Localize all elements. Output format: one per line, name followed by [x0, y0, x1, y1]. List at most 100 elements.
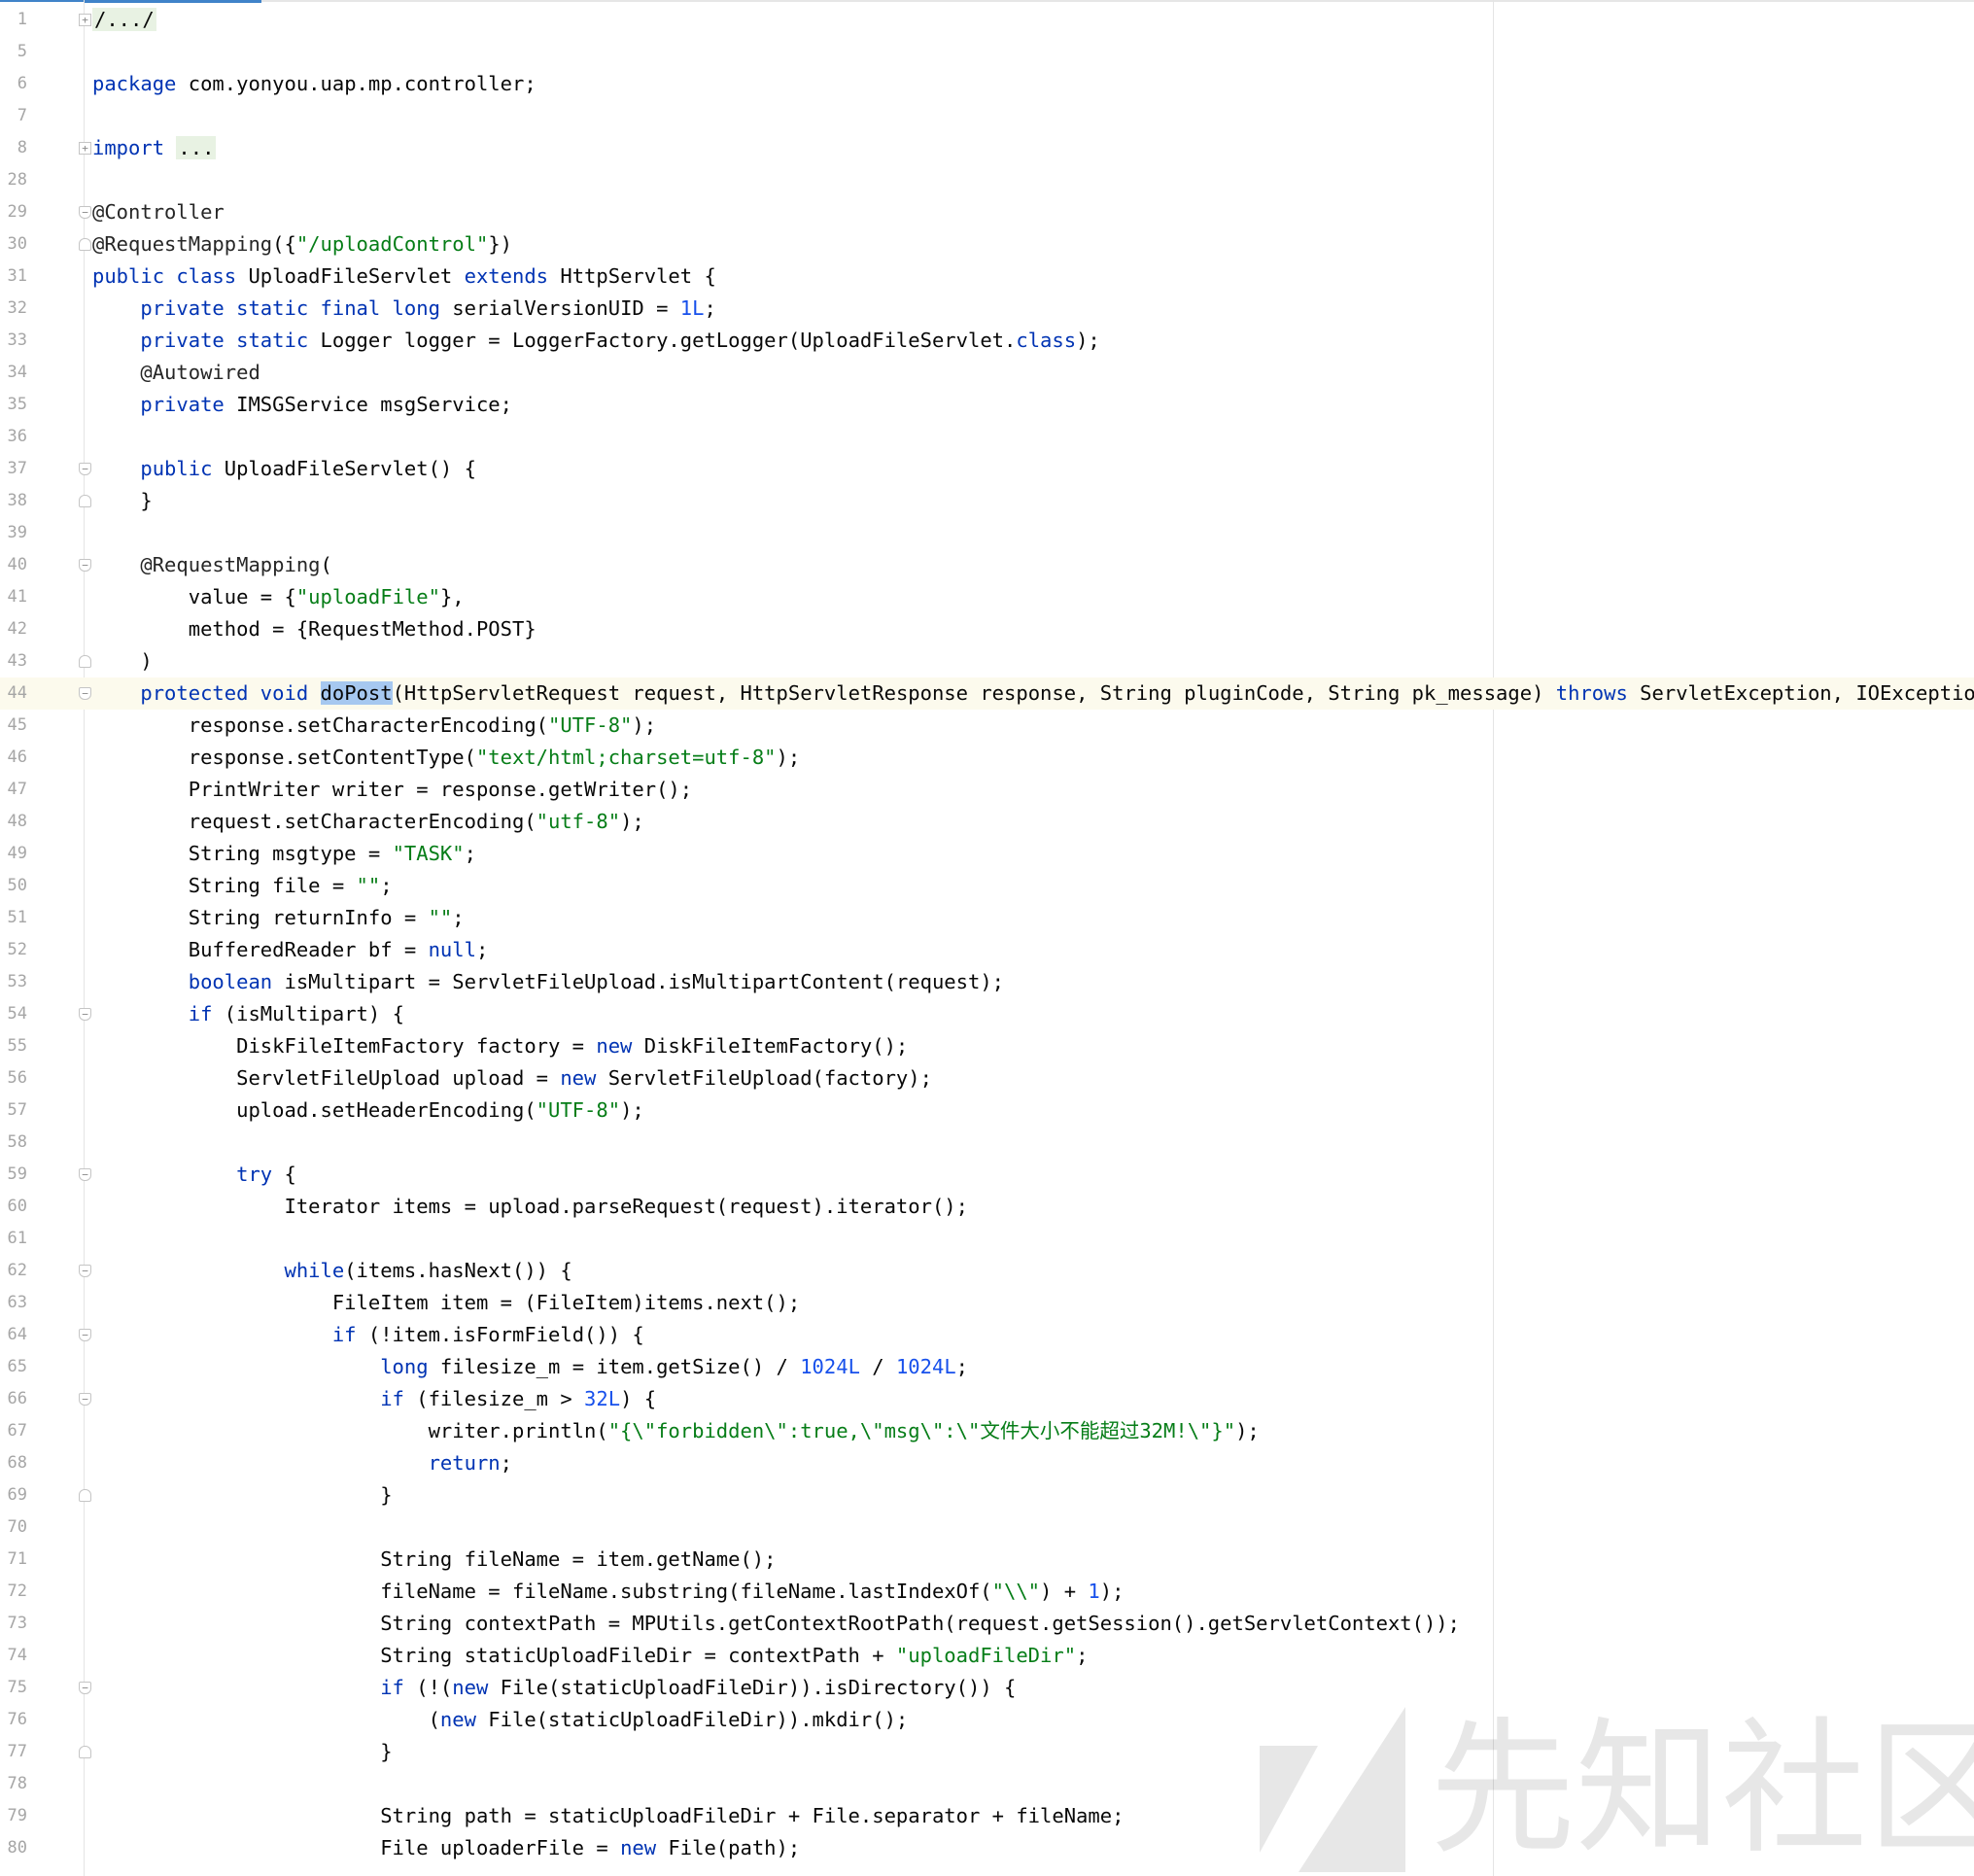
- code-text[interactable]: PrintWriter writer = response.getWriter(…: [92, 774, 692, 806]
- code-line[interactable]: 37 − public UploadFileServlet() {: [0, 453, 1974, 485]
- code-line[interactable]: 53 boolean isMultipart = ServletFileUplo…: [0, 966, 1974, 998]
- code-text[interactable]: @RequestMapping(: [92, 549, 331, 581]
- code-line[interactable]: 32 private static final long serialVersi…: [0, 293, 1974, 325]
- code-line[interactable]: 40 − @RequestMapping(: [0, 549, 1974, 581]
- code-text[interactable]: String fileName = item.getName();: [92, 1544, 776, 1576]
- code-line[interactable]: 8 + import ...: [0, 132, 1974, 164]
- code-line[interactable]: 75 − if (!(new File(staticUploadFileDir))…: [0, 1672, 1974, 1704]
- code-text[interactable]: if (isMultipart) {: [92, 998, 404, 1030]
- code-lines[interactable]: 1 +/.../5 6 package com.yonyou.uap.mp.contr…: [0, 4, 1974, 1864]
- code-line[interactable]: 45 response.setCharacterEncoding("UTF-8"…: [0, 710, 1974, 742]
- fold-expand-icon[interactable]: +: [79, 142, 91, 155]
- code-line[interactable]: 47 PrintWriter writer = response.getWrit…: [0, 774, 1974, 806]
- code-text[interactable]: (new File(staticUploadFileDir)).mkdir();: [92, 1704, 909, 1736]
- code-line[interactable]: 65 long filesize_m = item.getSize() / 10…: [0, 1351, 1974, 1383]
- fold-collapse-icon[interactable]: −: [79, 1008, 91, 1021]
- fold-collapse-icon[interactable]: −: [79, 1168, 91, 1181]
- fold-end-icon[interactable]: [79, 495, 91, 507]
- code-text[interactable]: value = {"uploadFile"},: [92, 581, 465, 613]
- fold-collapse-icon[interactable]: −: [79, 1393, 91, 1406]
- code-line[interactable]: 39: [0, 517, 1974, 549]
- code-text[interactable]: File uploaderFile = new File(path);: [92, 1832, 800, 1864]
- code-line[interactable]: 55 DiskFileItemFactory factory = new Dis…: [0, 1030, 1974, 1062]
- code-text[interactable]: String path = staticUploadFileDir + File…: [92, 1800, 1124, 1832]
- code-text[interactable]: long filesize_m = item.getSize() / 1024L…: [92, 1351, 968, 1383]
- code-text[interactable]: }: [92, 1479, 392, 1511]
- code-text[interactable]: String file = "";: [92, 870, 393, 902]
- code-text[interactable]: return;: [92, 1447, 512, 1479]
- fold-collapse-icon[interactable]: −: [79, 463, 91, 475]
- code-text[interactable]: }: [92, 1736, 392, 1768]
- fold-collapse-icon[interactable]: −: [79, 1682, 91, 1694]
- code-text[interactable]: if (!(new File(staticUploadFileDir)).isD…: [92, 1672, 1016, 1704]
- code-line[interactable]: 36: [0, 421, 1974, 453]
- code-text[interactable]: @Autowired: [92, 357, 260, 389]
- code-text[interactable]: public UploadFileServlet() {: [92, 453, 476, 485]
- code-line[interactable]: 56 ServletFileUpload upload = new Servle…: [0, 1062, 1974, 1094]
- code-text[interactable]: fileName = fileName.substring(fileName.l…: [92, 1576, 1124, 1608]
- code-line[interactable]: 74 String staticUploadFileDir = contextP…: [0, 1640, 1974, 1672]
- code-line[interactable]: 35 private IMSGService msgService;: [0, 389, 1974, 421]
- code-line[interactable]: 52 BufferedReader bf = null;: [0, 934, 1974, 966]
- code-line[interactable]: 69 }: [0, 1479, 1974, 1511]
- code-text[interactable]: boolean isMultipart = ServletFileUpload.…: [92, 966, 1004, 998]
- fold-collapse-icon[interactable]: −: [79, 1329, 91, 1341]
- code-line[interactable]: 48 request.setCharacterEncoding("utf-8")…: [0, 806, 1974, 838]
- code-line[interactable]: 1 +/.../: [0, 4, 1974, 36]
- code-line[interactable]: 29 − @Controller: [0, 196, 1974, 228]
- code-text[interactable]: String returnInfo = "";: [92, 902, 465, 934]
- code-line[interactable]: 61: [0, 1223, 1974, 1255]
- fold-collapse-icon[interactable]: −: [79, 206, 91, 219]
- code-line[interactable]: 57 upload.setHeaderEncoding("UTF-8");: [0, 1094, 1974, 1127]
- code-text[interactable]: protected void doPost(HttpServletRequest…: [92, 677, 1974, 710]
- code-line[interactable]: 28: [0, 164, 1974, 196]
- code-text[interactable]: }: [92, 485, 152, 517]
- code-text[interactable]: if (!item.isFormField()) {: [92, 1319, 644, 1351]
- code-text[interactable]: private static final long serialVersionU…: [92, 293, 715, 325]
- code-line[interactable]: 38 }: [0, 485, 1974, 517]
- code-line[interactable]: 71 String fileName = item.getName();: [0, 1544, 1974, 1576]
- code-line[interactable]: 63 FileItem item = (FileItem)items.next(…: [0, 1287, 1974, 1319]
- code-line[interactable]: 42 method = {RequestMethod.POST}: [0, 613, 1974, 645]
- code-text[interactable]: while(items.hasNext()) {: [92, 1255, 571, 1287]
- code-line[interactable]: 58: [0, 1127, 1974, 1159]
- code-line[interactable]: 72 fileName = fileName.substring(fileNam…: [0, 1576, 1974, 1608]
- code-text[interactable]: request.setCharacterEncoding("utf-8");: [92, 806, 644, 838]
- code-text[interactable]: String staticUploadFileDir = contextPath…: [92, 1640, 1088, 1672]
- code-text[interactable]: import ...: [92, 132, 217, 164]
- fold-collapse-icon[interactable]: −: [79, 1265, 91, 1277]
- code-line[interactable]: 67 writer.println("{\"forbidden\":true,\…: [0, 1415, 1974, 1447]
- fold-end-icon[interactable]: [79, 1746, 91, 1758]
- code-line-current[interactable]: 44 − protected void doPost(HttpServletReq…: [0, 677, 1974, 710]
- code-line[interactable]: 34 @Autowired: [0, 357, 1974, 389]
- code-text[interactable]: upload.setHeaderEncoding("UTF-8");: [92, 1094, 644, 1127]
- code-line[interactable]: 68 return;: [0, 1447, 1974, 1479]
- fold-end-icon[interactable]: [79, 1489, 91, 1502]
- fold-collapse-icon[interactable]: −: [79, 687, 91, 700]
- code-line[interactable]: 33 private static Logger logger = Logger…: [0, 325, 1974, 357]
- code-line[interactable]: 50 String file = "";: [0, 870, 1974, 902]
- code-text[interactable]: ServletFileUpload upload = new ServletFi…: [92, 1062, 932, 1094]
- code-line[interactable]: 31 public class UploadFileServlet extends…: [0, 261, 1974, 293]
- code-text[interactable]: ): [92, 645, 152, 677]
- code-text[interactable]: try {: [92, 1159, 296, 1191]
- code-text[interactable]: private static Logger logger = LoggerFac…: [92, 325, 1099, 357]
- code-line[interactable]: 5: [0, 36, 1974, 68]
- fold-collapse-icon[interactable]: −: [79, 559, 91, 572]
- code-line[interactable]: 60 Iterator items = upload.parseRequest(…: [0, 1191, 1974, 1223]
- fold-expand-icon[interactable]: +: [79, 14, 91, 26]
- code-line[interactable]: 46 response.setContentType("text/html;ch…: [0, 742, 1974, 774]
- code-line[interactable]: 62 − while(items.hasNext()) {: [0, 1255, 1974, 1287]
- code-text[interactable]: @Controller: [92, 196, 225, 228]
- code-line[interactable]: 30 @RequestMapping({"/uploadControl"}): [0, 228, 1974, 261]
- code-line[interactable]: 70: [0, 1511, 1974, 1544]
- code-text[interactable]: writer.println("{\"forbidden\":true,\"ms…: [92, 1415, 1260, 1447]
- code-text[interactable]: private IMSGService msgService;: [92, 389, 512, 421]
- code-line[interactable]: 49 String msgtype = "TASK";: [0, 838, 1974, 870]
- code-text[interactable]: public class UploadFileServlet extends H…: [92, 261, 716, 293]
- code-line[interactable]: 54 − if (isMultipart) {: [0, 998, 1974, 1030]
- code-text[interactable]: response.setContentType("text/html;chars…: [92, 742, 800, 774]
- code-text[interactable]: method = {RequestMethod.POST}: [92, 613, 537, 645]
- code-text[interactable]: String contextPath = MPUtils.getContextR…: [92, 1608, 1460, 1640]
- code-text[interactable]: BufferedReader bf = null;: [92, 934, 489, 966]
